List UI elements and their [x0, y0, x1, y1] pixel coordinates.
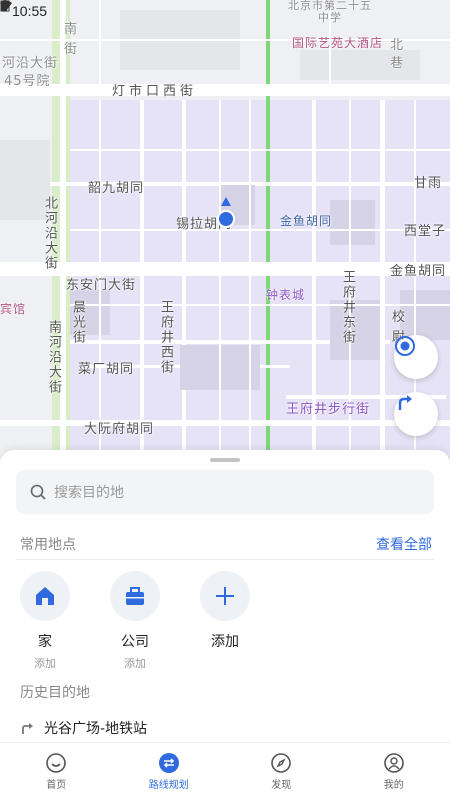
divider: [16, 559, 434, 560]
map-label-poi: 钟表城: [266, 288, 306, 302]
map-label: 45号院: [4, 74, 51, 89]
tab-label: 路线规划: [148, 780, 189, 791]
map-label-road: 大阮府胡同: [84, 422, 155, 437]
map-label: 北: [390, 38, 405, 53]
tab-mine[interactable]: 我的: [338, 743, 450, 800]
map-label-road: 北河沿大街: [42, 196, 57, 271]
map-label-road: 王府井东街: [340, 270, 355, 345]
tab-home[interactable]: 首页: [0, 743, 113, 800]
status-time: 10:55: [12, 3, 48, 19]
map-label: 韶九胡同: [88, 181, 145, 196]
map-label-road: 南河沿大街: [46, 320, 61, 395]
history-title: 历史目的地: [20, 685, 90, 701]
history-item[interactable]: 光谷广场-地铁站: [20, 718, 147, 738]
place-icon-circle: [20, 571, 70, 621]
map-label: 巷: [390, 56, 405, 71]
search-icon: [30, 484, 46, 500]
map-canvas: [0, 0, 450, 470]
map-label: 河沿大街: [2, 56, 59, 71]
wifi-icon: [0, 0, 404, 17]
place-name: 添加: [211, 634, 239, 650]
locate-icon: [395, 336, 415, 356]
map-label-road: 东安门大街: [66, 278, 137, 293]
route-shortcut-button[interactable]: [394, 392, 438, 436]
map-label-hotel: 国际艺苑大酒店: [292, 36, 384, 50]
place-company[interactable]: 公司 添加: [108, 571, 162, 671]
compass-icon: [271, 753, 292, 773]
place-sub: 添加: [34, 657, 56, 670]
place-icon-circle: [200, 571, 250, 621]
sheet-drag-handle[interactable]: [210, 458, 240, 462]
place-icon-circle: [110, 571, 160, 621]
locate-me-button[interactable]: [394, 335, 438, 379]
map-label-road: 灯市口西街: [112, 84, 198, 99]
bottom-tab-bar: 首页 路线规划 发现 我的: [0, 742, 450, 800]
map-label: 宾馆: [0, 302, 27, 316]
map-label: 西堂子: [404, 224, 447, 239]
place-name: 公司: [121, 634, 149, 650]
frequent-places-title: 常用地点: [20, 537, 76, 553]
home-icon: [36, 587, 54, 605]
history-item-name: 光谷广场-地铁站: [44, 721, 148, 737]
place-home[interactable]: 家 添加: [18, 571, 72, 671]
smile-icon: [46, 753, 67, 773]
location-status-icon: [1, 0, 387, 17]
tab-label: 发现: [271, 780, 292, 791]
plus-icon: [216, 587, 234, 605]
tab-discover[interactable]: 发现: [225, 743, 338, 800]
search-input[interactable]: 搜索目的地: [16, 470, 434, 514]
map-label-poi: 金鱼胡同: [280, 214, 333, 228]
turn-arrow-icon: [22, 723, 33, 734]
map-label-road: 晨光街: [70, 300, 85, 345]
map-view[interactable]: 10:55 河沿大街 45号院 南 街 北京市第二十五中学 国际艺苑大酒店 北 …: [0, 0, 450, 470]
briefcase-icon: [126, 587, 144, 605]
place-add[interactable]: 添加: [198, 571, 252, 651]
view-all-link[interactable]: 查看全部: [376, 534, 432, 554]
tab-label: 我的: [383, 780, 404, 791]
status-bar: 10:55: [0, 0, 450, 22]
battery-icon: [1, 1, 438, 17]
tab-label: 首页: [46, 780, 67, 791]
map-label-road: 王府井西街: [158, 300, 173, 375]
route-arrow-icon: [398, 395, 412, 410]
map-label-road: 菜厂胡同: [78, 362, 135, 377]
user-icon: [383, 753, 404, 773]
place-sub: 添加: [124, 657, 146, 670]
map-label: 校: [392, 310, 407, 325]
route-icon: [158, 753, 179, 773]
map-label-road: 金鱼胡同: [390, 264, 447, 279]
tab-route-planning[interactable]: 路线规划: [113, 743, 226, 800]
map-label-road: 王府井步行街: [286, 402, 371, 417]
search-placeholder: 搜索目的地: [54, 485, 124, 501]
status-icons: [0, 0, 438, 17]
signal-icon: [0, 0, 421, 17]
map-label: 街: [64, 42, 79, 57]
bottom-sheet: 搜索目的地 常用地点 查看全部 家 添加 公司 添加 添加 历史目的地 光谷广场…: [0, 450, 450, 742]
current-location-marker: [214, 197, 238, 231]
place-name: 家: [38, 634, 52, 650]
frequent-places-header: 常用地点 查看全部: [20, 534, 432, 554]
map-label: 甘雨: [414, 176, 443, 191]
